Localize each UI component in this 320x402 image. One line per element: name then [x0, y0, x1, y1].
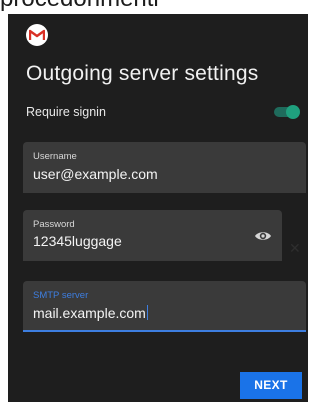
toggle-thumb — [286, 105, 300, 119]
next-button[interactable]: NEXT — [240, 372, 302, 399]
eye-icon[interactable] — [254, 229, 272, 241]
page-title: Outgoing server settings — [26, 62, 259, 85]
smtp-server-value-wrap: mail.example.com — [33, 305, 148, 321]
password-value: 12345luggage — [33, 233, 122, 249]
password-field[interactable]: Password 12345luggage — [23, 210, 282, 261]
require-signin-label: Require signin — [26, 105, 106, 119]
top-strip: procedonmentl — [0, 0, 316, 14]
password-label: Password — [33, 219, 75, 230]
username-field[interactable]: Username user@example.com — [23, 142, 306, 193]
smtp-server-label: SMTP server — [33, 290, 89, 301]
gmail-icon — [26, 24, 48, 46]
smtp-server-field[interactable]: SMTP server mail.example.com — [23, 281, 306, 332]
cut-off-heading: procedonmentl — [0, 0, 159, 13]
phone-screen: Outgoing server settings Require signin … — [8, 14, 308, 402]
username-value: user@example.com — [33, 166, 158, 182]
smtp-server-value: mail.example.com — [33, 305, 146, 321]
username-label: Username — [33, 151, 77, 162]
require-signin-toggle[interactable] — [274, 105, 300, 119]
text-cursor — [146, 305, 148, 320]
close-icon: ✕ — [289, 240, 301, 256]
